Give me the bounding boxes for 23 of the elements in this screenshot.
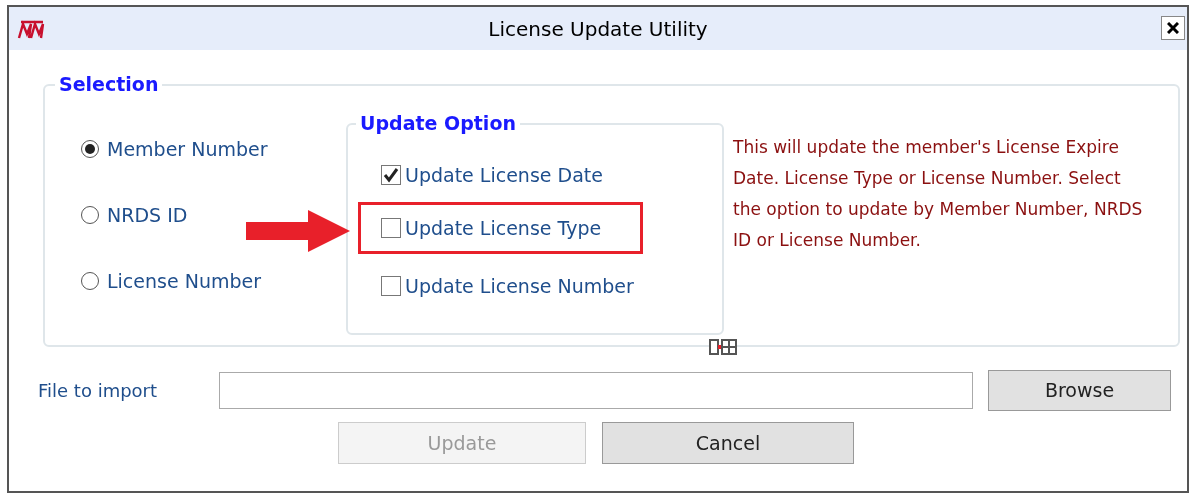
description-text: This will update the member's License Expire Date. License Type or License Number. Select the option to update by Member Number, NRDS ID or License Number. bbox=[733, 136, 1144, 252]
checkbox-label: Update License Number bbox=[405, 273, 634, 299]
checkbox-label: Update License Type bbox=[405, 215, 602, 241]
app-logo-icon bbox=[17, 20, 45, 40]
close-icon bbox=[1167, 22, 1179, 34]
arrow-icon bbox=[246, 210, 350, 252]
window-title: License Update Utility bbox=[488, 15, 708, 43]
checkbox[interactable] bbox=[381, 276, 401, 296]
checkbox[interactable] bbox=[381, 165, 401, 185]
field-label: File to import bbox=[38, 379, 159, 403]
cancel-button[interactable]: Cancel bbox=[602, 422, 854, 464]
splitter-icon bbox=[709, 339, 737, 355]
radio-label: License Number bbox=[107, 268, 261, 294]
radio-button[interactable] bbox=[81, 140, 99, 158]
radio-label: NRDS ID bbox=[107, 202, 188, 228]
checkbox-label: Update License Date bbox=[405, 162, 603, 188]
radio-label: Member Number bbox=[107, 136, 268, 162]
browse-button[interactable]: Browse bbox=[988, 370, 1171, 411]
radio-button[interactable] bbox=[81, 206, 99, 224]
close-button[interactable] bbox=[1161, 16, 1185, 40]
checkbox[interactable] bbox=[381, 218, 401, 238]
file-path-field[interactable] bbox=[219, 372, 973, 409]
radio-button[interactable] bbox=[81, 272, 99, 290]
